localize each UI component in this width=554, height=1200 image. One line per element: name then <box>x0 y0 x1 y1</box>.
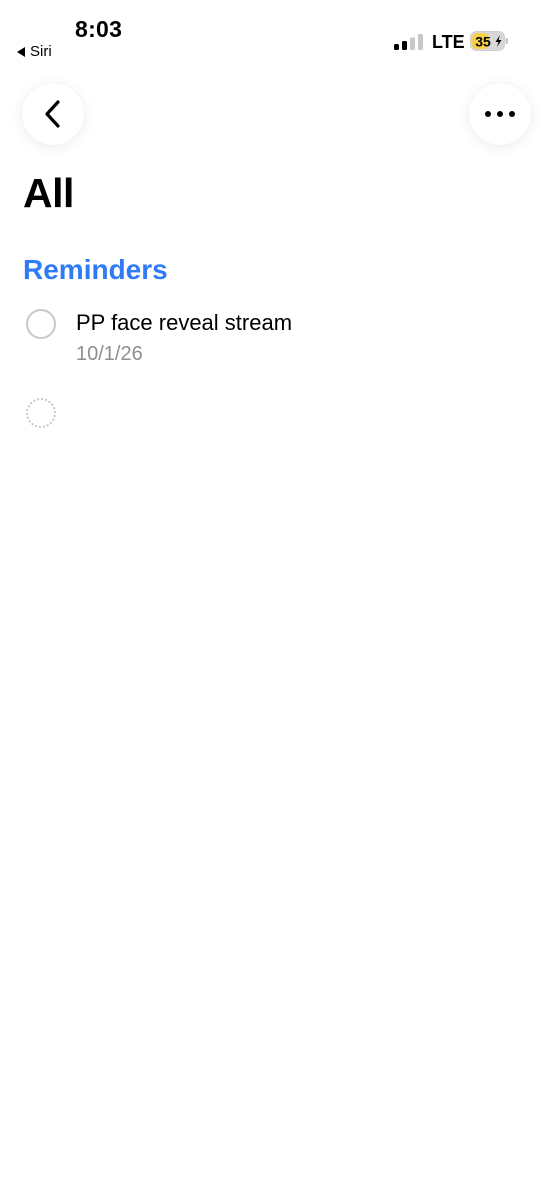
reminder-item[interactable]: PP face reveal stream 10/1/26 <box>0 306 554 370</box>
complete-radio-button[interactable] <box>26 309 56 339</box>
battery-icon: 35 <box>470 31 508 51</box>
section-title-reminders[interactable]: Reminders <box>23 254 168 286</box>
back-triangle-icon <box>17 46 25 57</box>
cellular-signal-icon <box>394 34 423 50</box>
status-bar: 8:03 Siri LTE 35 <box>0 0 554 70</box>
back-app-label: Siri <box>30 43 52 60</box>
back-button[interactable] <box>22 83 84 145</box>
new-reminder-radio-icon[interactable] <box>26 398 56 428</box>
back-to-siri-button[interactable]: Siri <box>17 43 52 60</box>
new-reminder-row[interactable] <box>0 396 554 432</box>
reminder-date: 10/1/26 <box>76 343 143 365</box>
chevron-left-icon <box>45 100 60 128</box>
ellipsis-icon <box>485 111 515 117</box>
network-type: LTE <box>432 32 465 52</box>
reminder-title[interactable]: PP face reveal stream <box>76 310 292 336</box>
status-time: 8:03 <box>75 16 123 42</box>
more-options-button[interactable] <box>469 83 531 145</box>
page-title: All <box>23 170 74 216</box>
battery-level: 35 <box>475 34 491 50</box>
